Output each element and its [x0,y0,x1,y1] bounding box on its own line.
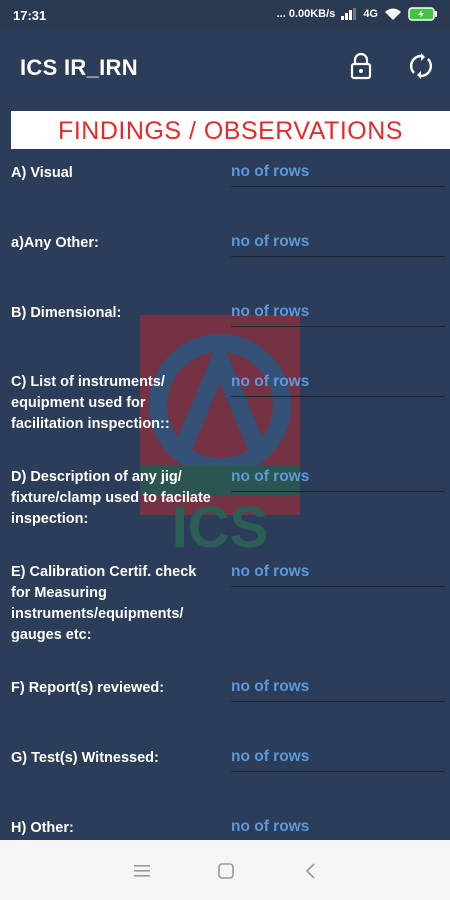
field-label: C) List of instruments/ equipment used f… [11,374,170,432]
field-underline [231,396,445,397]
rows-link[interactable]: no of rows [231,748,309,766]
field-underline [231,256,445,257]
rows-link[interactable]: no of rows [231,468,309,486]
menu-icon[interactable] [131,860,153,882]
field-label: H) Other: [11,820,74,836]
field-label: a)Any Other: [11,235,99,251]
signal-icon [341,8,357,20]
field-underline [231,326,445,327]
field-label: B) Dimensional: [11,305,122,321]
field-label: A) Visual [11,165,73,181]
field-label: F) Report(s) reviewed: [11,680,165,696]
field-underline [231,586,445,587]
rows-link[interactable]: no of rows [231,563,309,581]
status-bar: 17:31 ... 0.00KB/s 4G [0,0,450,30]
sync-icon[interactable] [407,52,435,80]
field-underline [231,701,445,702]
field-underline [231,186,445,187]
network-type: 4G [363,8,378,20]
findings-list: A) Visual no of rows a)Any Other: no of … [0,150,450,840]
status-indicators: ... 0.00KB/s 4G [277,7,438,21]
field-label: E) Calibration Certif. check for Measuri… [11,564,197,643]
back-icon[interactable] [300,860,322,882]
field-underline [231,491,445,492]
field-label: G) Test(s) Witnessed: [11,750,159,766]
network-speed: ... 0.00KB/s [276,8,336,20]
field-underline [231,771,445,772]
banner-title: FINDINGS / OBSERVATIONS [58,117,403,145]
app-title: ICS IR_IRN [20,55,138,80]
system-nav-bar [0,840,450,900]
status-time: 17:31 [13,8,47,23]
section-banner: FINDINGS / OBSERVATIONS [11,111,450,149]
app-bar: ICS IR_IRN [0,30,450,102]
rows-link[interactable]: no of rows [231,233,309,251]
rows-link[interactable]: no of rows [231,678,309,696]
rows-link[interactable]: no of rows [231,818,309,836]
rows-link[interactable]: no of rows [231,163,309,181]
field-label: D) Description of any jig/ fixture/clamp… [11,469,211,527]
rows-link[interactable]: no of rows [231,303,309,321]
rows-link[interactable]: no of rows [231,373,309,391]
wifi-icon [384,8,402,21]
home-icon[interactable] [215,860,237,882]
battery-icon [408,7,438,21]
lock-icon[interactable] [347,52,375,80]
